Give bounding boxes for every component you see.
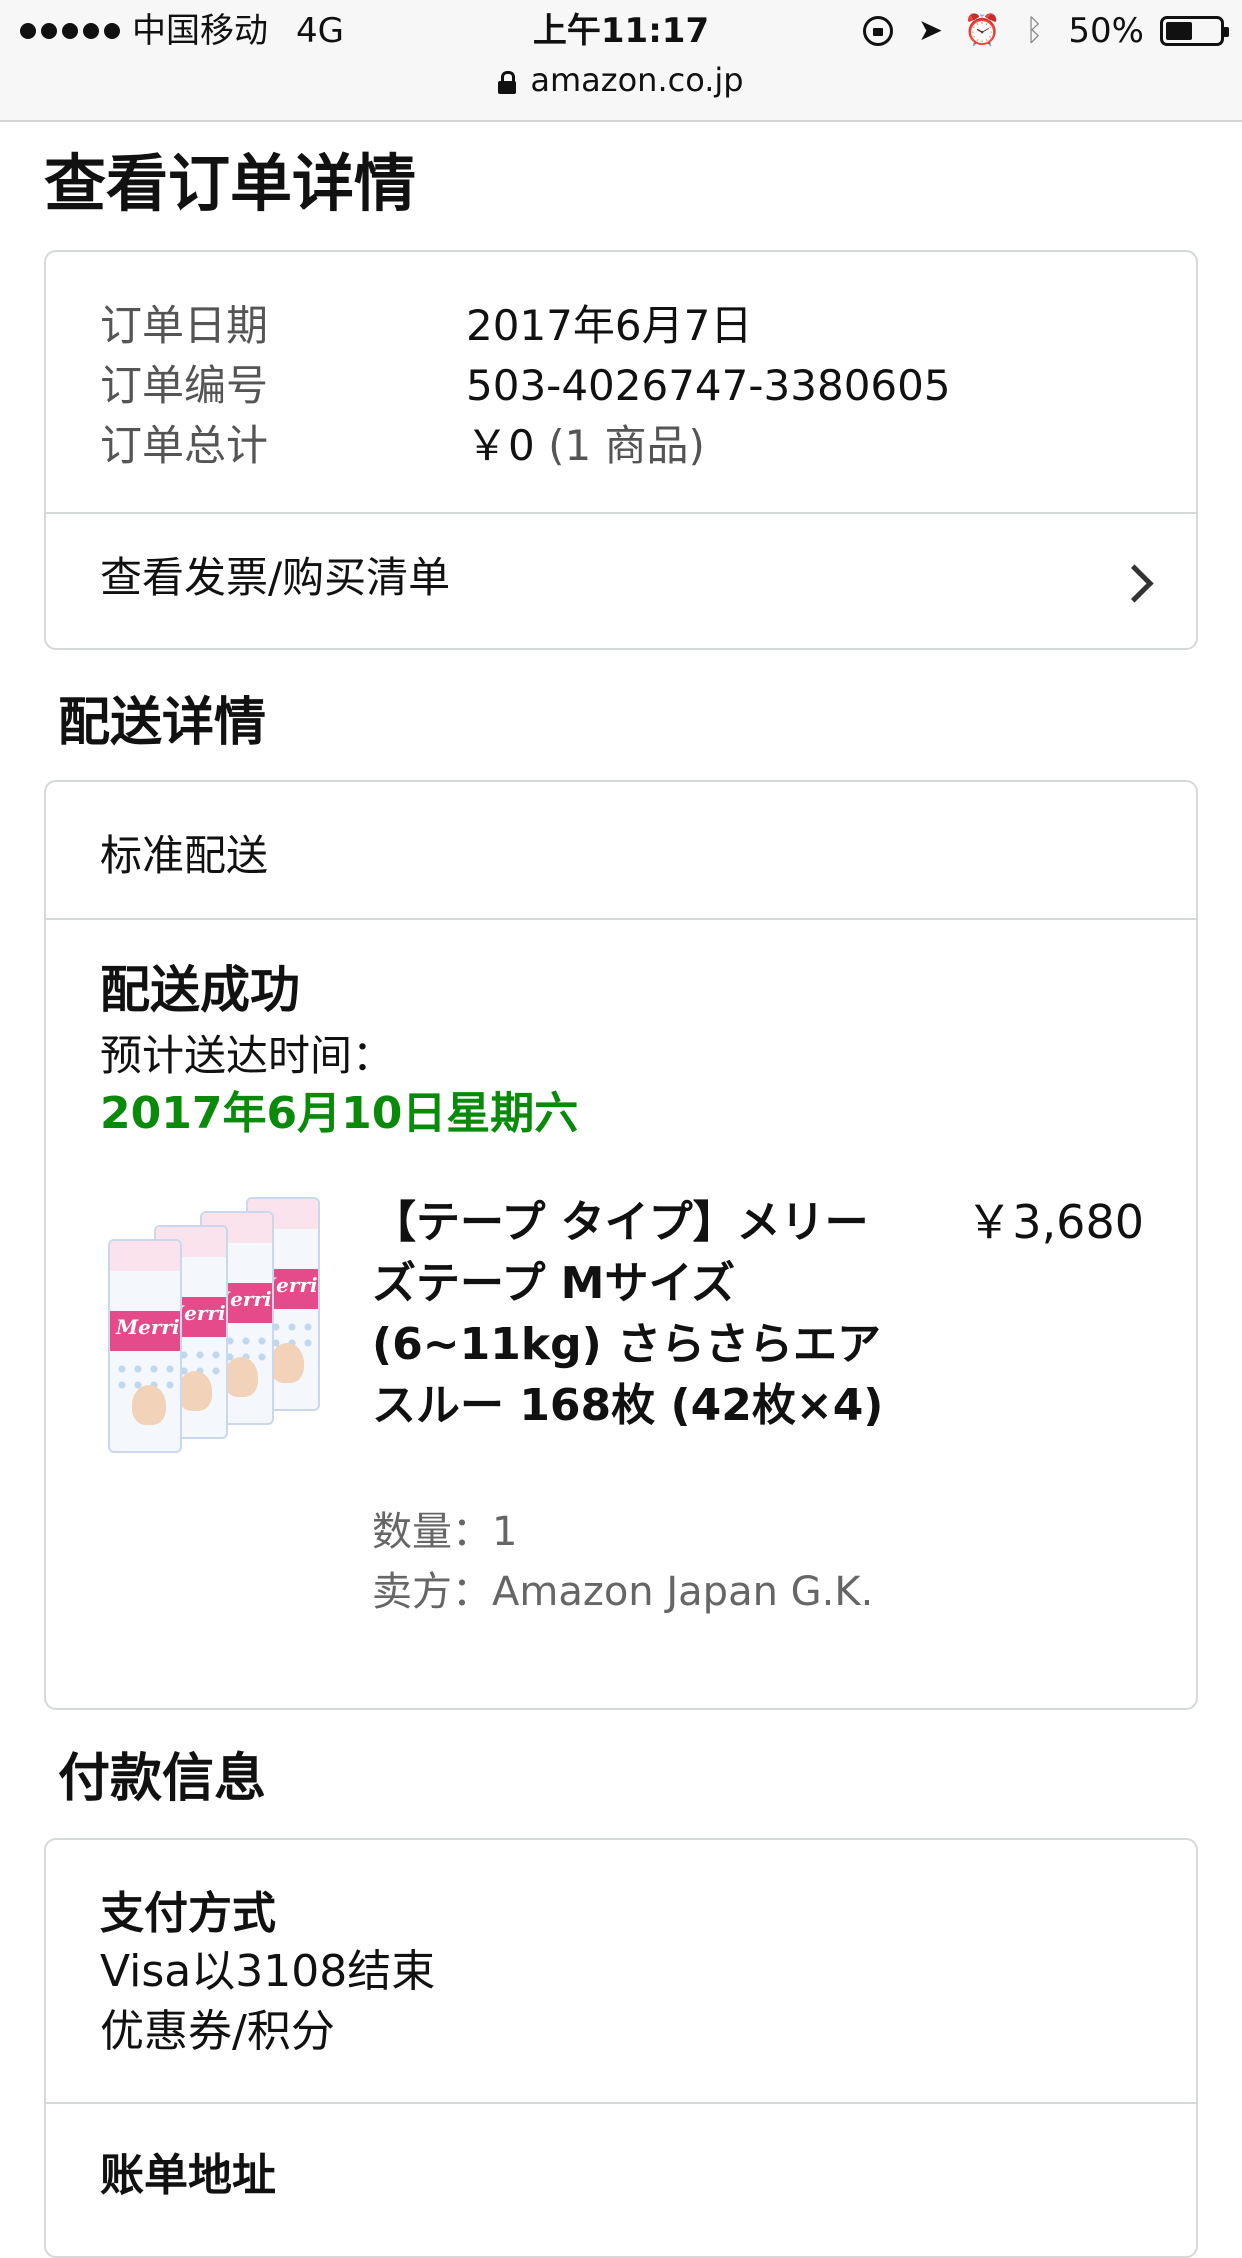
shipping-method: 标准配送: [100, 831, 269, 880]
url-bar[interactable]: amazon.co.jp: [0, 58, 1242, 102]
orientation-lock-icon: [860, 13, 896, 49]
bluetooth-icon: ᛒ: [1025, 13, 1044, 48]
order-summary-card: 订单日期 2017年6月7日 订单编号 503-4026747-3380605 订单…: [44, 250, 1198, 650]
invoice-link-label: 查看发票/购买清单: [100, 553, 451, 602]
chevron-right-icon: [1115, 564, 1154, 603]
product-quantity: 数量：1: [372, 1509, 518, 1555]
eta-label: 预计送达时间：: [100, 1031, 395, 1080]
product-image[interactable]: Merries Merries Merries Merries: [96, 1197, 366, 1467]
payment-method-label: 支付方式: [100, 1888, 276, 1939]
order-total-label: 订单总计: [100, 421, 269, 470]
order-number-label: 订单编号: [100, 361, 269, 410]
order-total-row: 订单总计 ￥0 (1 商品): [100, 416, 705, 476]
order-total-value: ￥0: [466, 421, 535, 470]
url-domain: amazon.co.jp: [530, 61, 744, 99]
coupon-points: 优惠券/积分: [100, 2006, 335, 2057]
product-price: ￥3,680: [966, 1195, 1144, 1249]
battery-percent: 50%: [1068, 11, 1144, 51]
product-title-link[interactable]: 【テープ タイプ】メリーズテープ Mサイズ (6~11kg) さらさらエアスルー…: [372, 1192, 892, 1436]
shipping-heading: 配送详情: [58, 693, 267, 753]
order-item-count: (1 商品): [548, 421, 705, 470]
alarm-icon: ⏰: [963, 13, 1002, 48]
padlock-icon: [498, 71, 517, 94]
order-number-value: 503-4026747-3380605: [466, 361, 951, 410]
order-number-row: 订单编号 503-4026747-3380605: [100, 356, 951, 416]
page-title: 查看订单详情: [44, 147, 417, 220]
payment-method-value: Visa以3108结束: [100, 1946, 436, 1997]
delivery-status: 配送成功: [100, 961, 300, 1019]
location-arrow-icon: ➤: [917, 13, 943, 48]
eta-value: 2017年6月10日星期六: [100, 1088, 579, 1139]
product-seller: 卖方：Amazon Japan G.K.: [372, 1569, 874, 1615]
shipping-card: 标准配送 配送成功 预计送达时间： 2017年6月10日星期六 Merries …: [44, 780, 1198, 1710]
status-bar-right: ➤ ⏰ ᛒ 50%: [860, 8, 1229, 54]
diaper-pack: Merries: [108, 1239, 182, 1453]
status-and-url-bar: 中国移动 4G 上午11:17 ➤ ⏰ ᛒ 50% amazon.co.jp: [0, 0, 1242, 122]
invoice-link-row[interactable]: 查看发票/购买清单: [46, 514, 1196, 648]
order-date-label: 订单日期: [100, 301, 269, 350]
payment-heading: 付款信息: [58, 1749, 267, 1809]
order-date-row: 订单日期 2017年6月7日: [100, 296, 752, 356]
order-date-value: 2017年6月7日: [466, 301, 753, 350]
battery-fill: [1166, 22, 1192, 40]
payment-card: 支付方式 Visa以3108结束 优惠券/积分 账单地址: [44, 1838, 1198, 2258]
battery-icon: [1160, 16, 1229, 46]
billing-address-label: 账单地址: [100, 2150, 276, 2201]
